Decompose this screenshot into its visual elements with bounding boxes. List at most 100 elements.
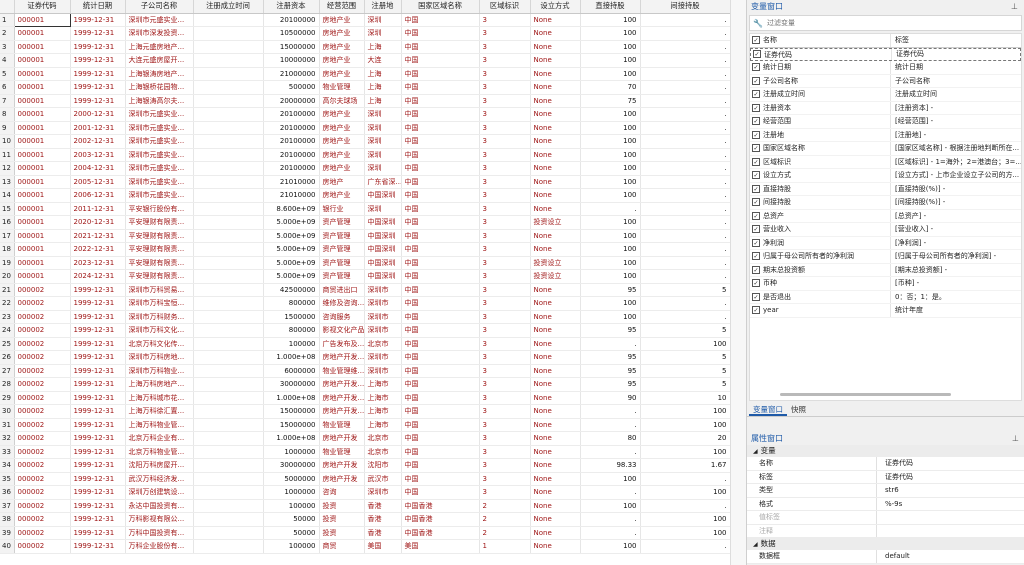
variable-name[interactable]: 注册成立时间	[763, 88, 891, 101]
table-cell[interactable]: 20100000	[263, 121, 320, 135]
table-cell[interactable]: 3	[479, 67, 531, 81]
table-cell[interactable]: 3	[479, 134, 531, 149]
variable-label[interactable]: [注册资本] -	[891, 103, 1021, 113]
table-cell[interactable]: 中国	[401, 229, 480, 243]
table-cell[interactable]: 商贸进出口	[319, 283, 365, 297]
table-cell[interactable]: 800000	[263, 323, 320, 338]
table-cell[interactable]: 000001	[14, 67, 71, 81]
variable-row[interactable]: ✓ 总资产 [总资产] -	[750, 209, 1021, 223]
table-cell[interactable]: 3	[479, 350, 531, 365]
table-cell[interactable]: 中国	[401, 107, 480, 122]
variable-name[interactable]: 注册资本	[763, 101, 891, 114]
table-cell[interactable]: 深圳市	[364, 310, 402, 324]
property-value[interactable]: 证券代码	[877, 457, 1024, 470]
data-grid[interactable]: 证券代码 统计日期 子公司名称 注册成立时间 注册资本 经营范围 注册地 国家区域名称 区域标识…	[0, 0, 730, 565]
table-cell[interactable]: 5	[640, 350, 730, 365]
table-cell[interactable]: 000002	[14, 364, 71, 378]
variable-checkbox[interactable]: ✓	[752, 306, 760, 315]
table-cell[interactable]: None	[530, 391, 581, 405]
table-cell[interactable]: 3	[479, 13, 531, 27]
table-cell[interactable]: 中国	[401, 364, 480, 378]
column-header[interactable]: 直接持股	[580, 0, 641, 14]
table-cell[interactable]	[193, 472, 264, 486]
table-cell[interactable]	[193, 107, 264, 122]
select-all-checkbox[interactable]: ✓	[752, 36, 760, 45]
variable-checkbox[interactable]: ✓	[752, 198, 760, 207]
table-cell[interactable]: 2000-12-31	[70, 107, 126, 122]
table-cell[interactable]: 物业管理	[319, 80, 365, 95]
table-cell[interactable]: None	[530, 526, 581, 540]
table-cell[interactable]: None	[530, 431, 581, 446]
table-cell[interactable]: 3	[479, 80, 531, 95]
table-cell[interactable]: None	[530, 161, 581, 176]
table-cell[interactable]: 房地产业	[319, 26, 365, 41]
table-cell[interactable]: 1999-12-31	[70, 512, 126, 527]
table-cell[interactable]: 房地产开发	[319, 458, 365, 473]
variable-label[interactable]: [总资产] -	[891, 211, 1021, 221]
table-cell[interactable]: 中国深圳	[364, 256, 402, 270]
table-row[interactable]: 36 000002 1999-12-31 深圳万创建筑设... 1000000 咨询 深圳市…	[0, 485, 730, 500]
table-cell[interactable]	[193, 431, 264, 446]
section-data[interactable]: ◢ 数据	[747, 538, 1024, 550]
table-cell[interactable]: .	[640, 134, 730, 149]
table-cell[interactable]: 永达中国投资有...	[125, 499, 194, 513]
row-number[interactable]: 10	[0, 134, 15, 149]
table-cell[interactable]: 1999-12-31	[70, 499, 126, 513]
table-cell[interactable]: 3	[479, 337, 531, 351]
table-cell[interactable]: 3	[479, 269, 531, 284]
table-row[interactable]: 10 000001 2002-12-31 深圳市元盛实业... 20100000 房地产业…	[0, 134, 730, 149]
table-cell[interactable]: 5.000e+09	[263, 242, 320, 257]
table-cell[interactable]: 物业管理维...	[319, 364, 365, 378]
table-cell[interactable]	[193, 283, 264, 297]
table-cell[interactable]: 美国	[364, 539, 402, 554]
table-cell[interactable]	[193, 364, 264, 378]
table-row[interactable]: 24 000002 1999-12-31 深圳市万科文化... 800000 影视文化产品…	[0, 323, 730, 338]
table-cell[interactable]: 000002	[14, 445, 71, 459]
table-cell[interactable]: 100	[580, 310, 641, 324]
table-cell[interactable]: 沈阳市	[364, 458, 402, 473]
table-cell[interactable]: 房地产开发	[319, 472, 365, 486]
table-cell[interactable]: 房地产业	[319, 53, 365, 68]
row-number[interactable]: 8	[0, 107, 15, 122]
table-cell[interactable]: None	[530, 53, 581, 68]
table-cell[interactable]: 100000	[263, 337, 320, 351]
column-header[interactable]: 区域标识	[479, 0, 531, 14]
column-header[interactable]: 注册资本	[263, 0, 320, 14]
table-cell[interactable]: 10	[640, 391, 730, 405]
table-cell[interactable]: 000001	[14, 175, 71, 189]
table-row[interactable]: 8 000001 2000-12-31 深圳市元盛实业... 20100000 房地产业深…	[0, 107, 730, 122]
variable-row[interactable]: ✓ 国家区域名称 [国家区域名称] - 根据注册地判断所在...	[750, 142, 1021, 156]
table-cell[interactable]: .	[640, 53, 730, 68]
column-header[interactable]: 注册地	[364, 0, 402, 14]
variable-name[interactable]: 证券代码	[764, 48, 892, 60]
table-cell[interactable]: 5	[640, 377, 730, 392]
table-cell[interactable]: 中国香港	[401, 499, 480, 513]
variable-checkbox[interactable]: ✓	[752, 252, 760, 261]
table-cell[interactable]: 2005-12-31	[70, 175, 126, 189]
table-row[interactable]: 35 000002 1999-12-31 武汉万科经济发... 5000000 房地产开发…	[0, 472, 730, 486]
table-cell[interactable]: 3	[479, 364, 531, 378]
table-cell[interactable]: 中国	[401, 134, 480, 149]
row-number[interactable]: 29	[0, 391, 15, 405]
table-cell[interactable]: 1999-12-31	[70, 418, 126, 432]
table-cell[interactable]: 000002	[14, 485, 71, 500]
table-cell[interactable]: 100	[640, 485, 730, 500]
table-cell[interactable]: 6000000	[263, 364, 320, 378]
table-cell[interactable]: 20000000	[263, 94, 320, 108]
table-cell[interactable]: 2001-12-31	[70, 121, 126, 135]
variable-row[interactable]: ✓ 注册资本 [注册资本] -	[750, 101, 1021, 115]
variable-checkbox[interactable]: ✓	[752, 130, 760, 139]
table-row[interactable]: 25 000002 1999-12-31 北京万科文化传... 100000 广告发布及.…	[0, 337, 730, 351]
table-cell[interactable]: 1.000e+08	[263, 350, 320, 365]
table-cell[interactable]: None	[530, 13, 581, 27]
row-number[interactable]: 4	[0, 53, 15, 68]
table-cell[interactable]: 大连元盛房屋开...	[125, 53, 194, 68]
property-value[interactable]	[877, 511, 1024, 524]
table-cell[interactable]: 深圳市元盛实业...	[125, 134, 194, 149]
variable-label[interactable]: [间接持股(%)] -	[891, 197, 1021, 207]
variable-label[interactable]: [经营范围] -	[891, 116, 1021, 126]
table-cell[interactable]: 800000	[263, 296, 320, 311]
table-cell[interactable]: 万科影视有限公...	[125, 512, 194, 527]
table-cell[interactable]: 000001	[14, 202, 71, 216]
table-row[interactable]: 17 000001 2021-12-31 平安理财有限责... 5.000e+09 资产管…	[0, 229, 730, 243]
